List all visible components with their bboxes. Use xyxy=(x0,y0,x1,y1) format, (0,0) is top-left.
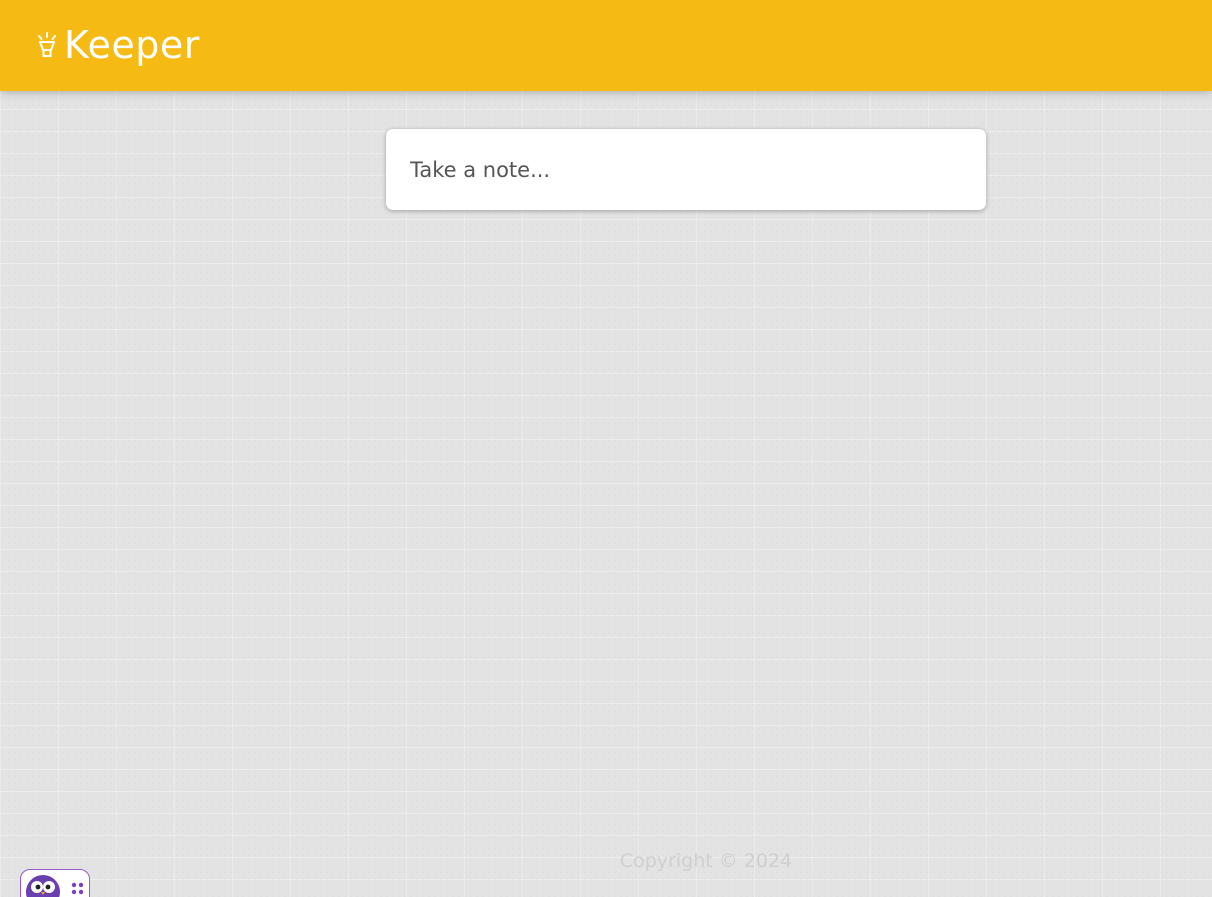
app-title: Keeper xyxy=(64,22,200,67)
lamp-icon xyxy=(34,30,60,62)
copyright-text: Copyright © 2024 xyxy=(619,850,793,872)
footer: Copyright © 2024 xyxy=(0,850,1212,872)
dots-grid-icon xyxy=(71,882,84,895)
brand: Keeper xyxy=(34,22,200,67)
create-note-form xyxy=(386,129,986,210)
note-content-input[interactable] xyxy=(410,157,962,182)
owl-icon xyxy=(26,875,60,897)
app-header: Keeper xyxy=(0,0,1212,91)
assistant-widget[interactable] xyxy=(20,869,90,897)
